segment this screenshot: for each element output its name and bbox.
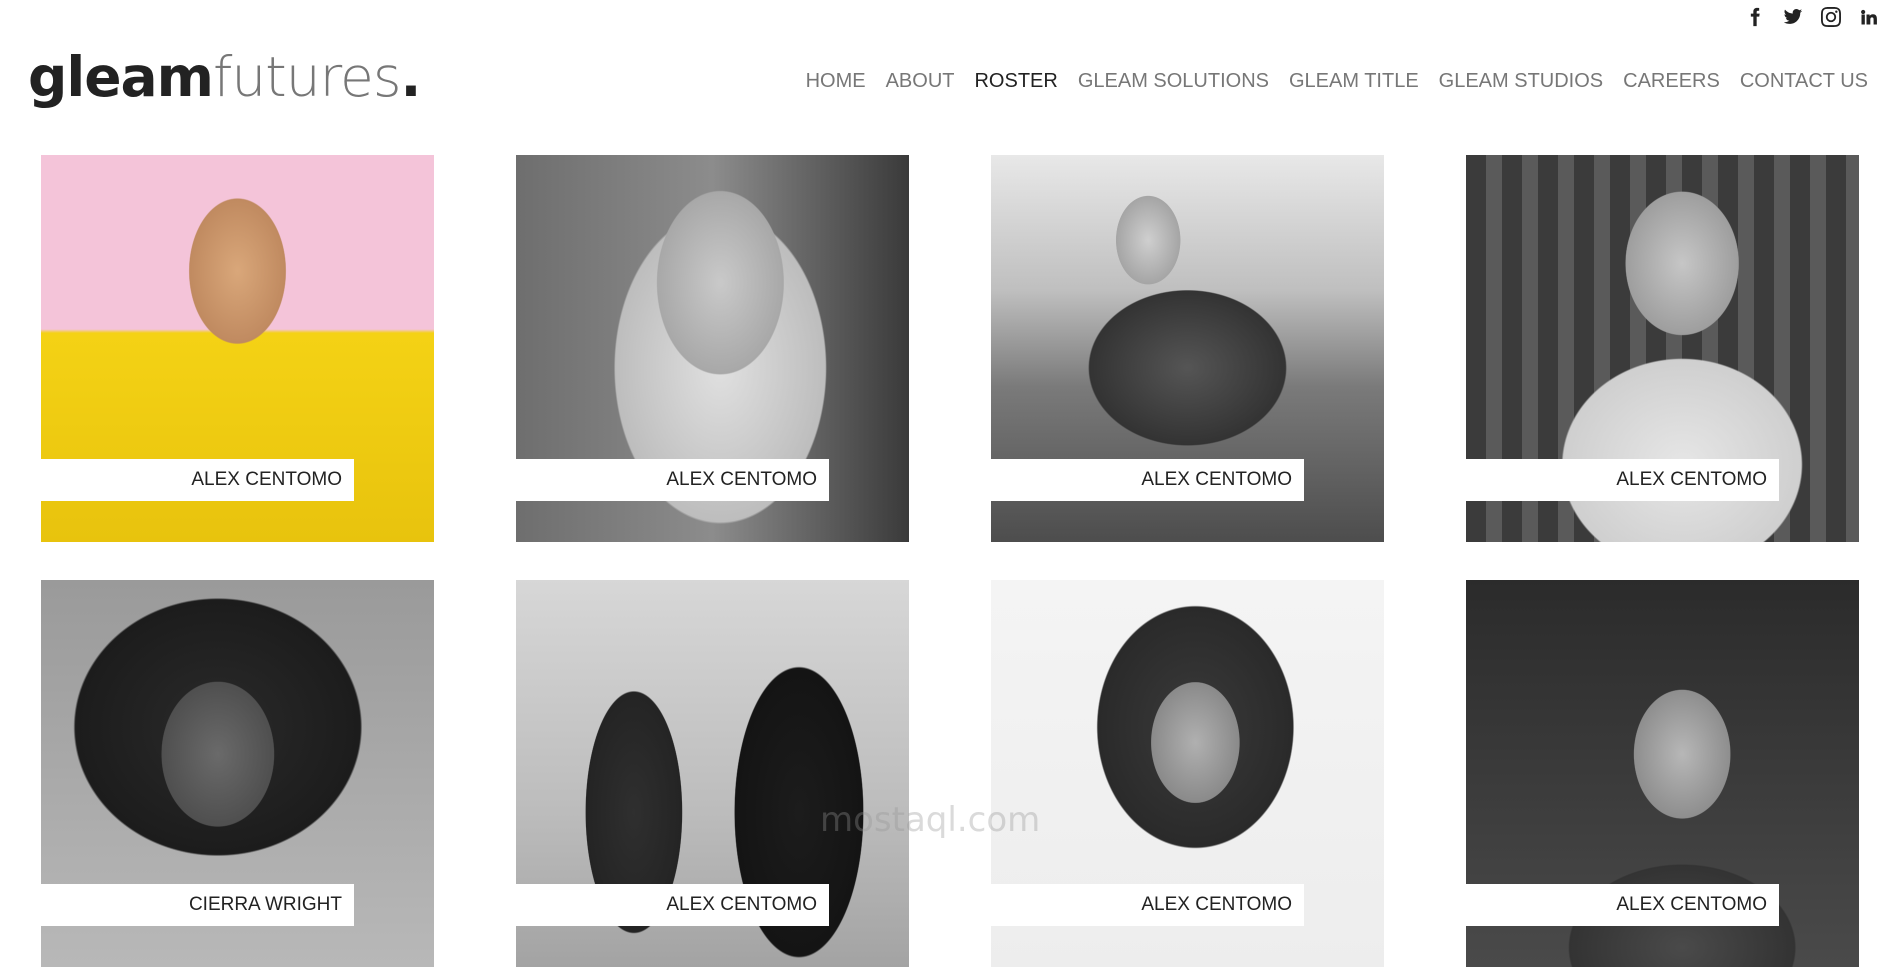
nav-contact-us[interactable]: CONTACT US bbox=[1740, 70, 1868, 93]
brand-part1: gleam bbox=[28, 45, 214, 109]
roster-grid: ALEX CENTOMO ALEX CENTOMO ALEX CENTOMO A… bbox=[41, 155, 1859, 967]
linkedin-icon[interactable] bbox=[1858, 6, 1880, 28]
facebook-icon[interactable] bbox=[1744, 6, 1766, 28]
talent-name: ALEX CENTOMO bbox=[1466, 459, 1779, 501]
talent-name: ALEX CENTOMO bbox=[41, 459, 354, 501]
nav-gleam-title[interactable]: GLEAM TITLE bbox=[1289, 70, 1419, 93]
brand-part2: futures bbox=[212, 45, 402, 109]
talent-name: ALEX CENTOMO bbox=[1466, 884, 1779, 926]
nav-home[interactable]: HOME bbox=[806, 70, 866, 93]
instagram-icon[interactable] bbox=[1820, 6, 1842, 28]
roster-card[interactable]: CIERRA WRIGHT bbox=[41, 580, 434, 967]
roster-card[interactable]: ALEX CENTOMO bbox=[1466, 155, 1859, 542]
brand-logo[interactable]: gleamfutures. bbox=[28, 50, 421, 105]
talent-name: ALEX CENTOMO bbox=[991, 459, 1304, 501]
nav-roster[interactable]: ROSTER bbox=[974, 70, 1057, 93]
roster-card[interactable]: ALEX CENTOMO bbox=[41, 155, 434, 542]
main-nav: HOME ABOUT ROSTER GLEAM SOLUTIONS GLEAM … bbox=[806, 70, 1868, 93]
twitter-icon[interactable] bbox=[1782, 6, 1804, 28]
talent-name: CIERRA WRIGHT bbox=[41, 884, 354, 926]
roster-card[interactable]: ALEX CENTOMO bbox=[1466, 580, 1859, 967]
brand-dot: . bbox=[400, 45, 422, 109]
watermark: mostaql.com bbox=[820, 800, 1041, 840]
nav-careers[interactable]: CAREERS bbox=[1623, 70, 1720, 93]
roster-card[interactable]: ALEX CENTOMO bbox=[991, 580, 1384, 967]
roster-card[interactable]: ALEX CENTOMO bbox=[991, 155, 1384, 542]
talent-name: ALEX CENTOMO bbox=[516, 459, 829, 501]
roster-card[interactable]: ALEX CENTOMO bbox=[516, 580, 909, 967]
talent-name: ALEX CENTOMO bbox=[516, 884, 829, 926]
social-links bbox=[1744, 6, 1880, 28]
nav-gleam-studios[interactable]: GLEAM STUDIOS bbox=[1439, 70, 1603, 93]
nav-gleam-solutions[interactable]: GLEAM SOLUTIONS bbox=[1078, 70, 1269, 93]
nav-about[interactable]: ABOUT bbox=[886, 70, 955, 93]
talent-name: ALEX CENTOMO bbox=[991, 884, 1304, 926]
roster-card[interactable]: ALEX CENTOMO bbox=[516, 155, 909, 542]
